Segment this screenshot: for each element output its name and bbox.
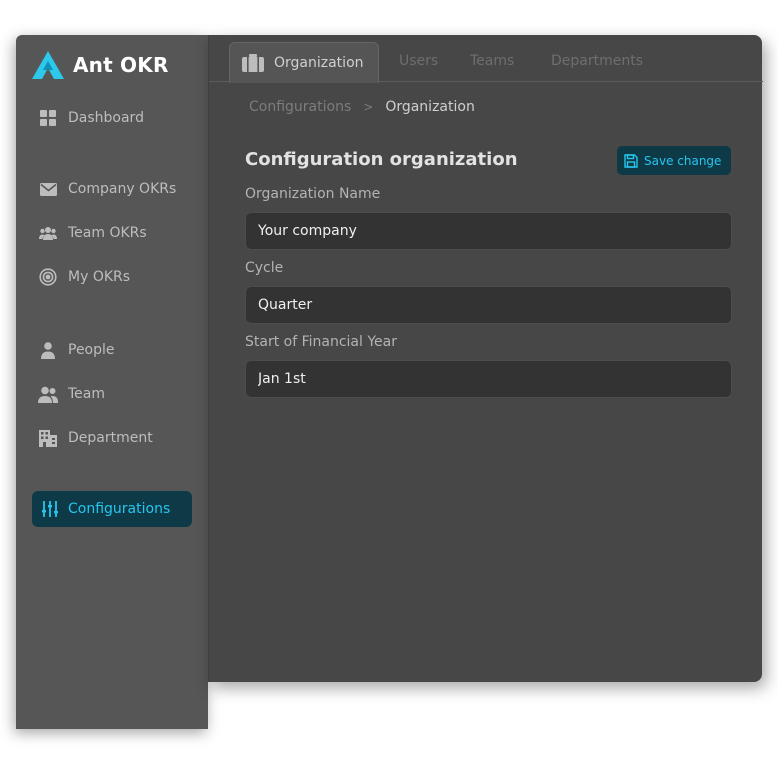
ant-logo-icon xyxy=(32,51,64,79)
cycle-input[interactable] xyxy=(245,286,732,324)
sidebar-item-team[interactable]: Team xyxy=(38,383,105,405)
sidebar-item-company-okrs[interactable]: Company OKRs xyxy=(38,178,176,200)
briefcase-icon xyxy=(242,54,264,72)
sidebar-item-my-okrs[interactable]: My OKRs xyxy=(38,266,130,288)
sidebar-item-label: Dashboard xyxy=(68,110,144,126)
tab-teams[interactable]: Teams xyxy=(470,53,514,69)
tab-bar: Organization Users Teams Departments xyxy=(209,35,763,82)
save-icon xyxy=(624,154,638,168)
sidebar-item-configurations[interactable]: Configurations xyxy=(32,491,192,527)
app-logo[interactable]: Ant OKR xyxy=(32,51,169,79)
save-change-button[interactable]: Save change xyxy=(617,146,731,175)
organization-name-input[interactable] xyxy=(245,212,732,250)
sidebar-item-label: Company OKRs xyxy=(68,181,176,197)
page-title: Configuration organization xyxy=(245,149,518,170)
main-panel: Organization Users Teams Departments Con… xyxy=(208,35,762,682)
tab-departments[interactable]: Departments xyxy=(551,53,643,69)
sidebar-item-label: Team OKRs xyxy=(68,225,147,241)
financial-year-start-input[interactable] xyxy=(245,360,732,398)
sidebar-item-people[interactable]: People xyxy=(38,339,115,361)
person-icon xyxy=(38,340,58,360)
sidebar-item-label: People xyxy=(68,342,115,358)
tab-label: Organization xyxy=(274,55,364,71)
breadcrumb-separator: > xyxy=(363,100,373,114)
building-icon xyxy=(38,428,58,448)
sidebar: Ant OKR Dashboard Company OKRs T xyxy=(16,35,208,729)
sliders-icon xyxy=(40,499,60,519)
users-icon xyxy=(38,384,58,404)
sidebar-item-label: Team xyxy=(68,386,105,402)
breadcrumb-configurations[interactable]: Configurations xyxy=(249,99,351,115)
sidebar-item-label: Configurations xyxy=(68,501,170,517)
sidebar-item-label: My OKRs xyxy=(68,269,130,285)
breadcrumb: Configurations > Organization xyxy=(249,99,475,115)
organization-name-label: Organization Name xyxy=(245,186,380,202)
tab-users[interactable]: Users xyxy=(399,53,438,69)
grid-icon xyxy=(38,108,58,128)
tab-organization[interactable]: Organization xyxy=(229,42,379,83)
breadcrumb-current: Organization xyxy=(385,99,475,115)
sidebar-item-department[interactable]: Department xyxy=(38,427,153,449)
target-icon xyxy=(38,267,58,287)
financial-year-start-label: Start of Financial Year xyxy=(245,334,397,350)
save-change-label: Save change xyxy=(644,154,721,168)
sidebar-item-label: Department xyxy=(68,430,153,446)
envelope-icon xyxy=(38,179,58,199)
app-name: Ant OKR xyxy=(73,53,169,77)
sidebar-item-team-okrs[interactable]: Team OKRs xyxy=(38,222,147,244)
cycle-label: Cycle xyxy=(245,260,283,276)
group-icon xyxy=(38,223,58,243)
sidebar-item-dashboard[interactable]: Dashboard xyxy=(38,107,144,129)
